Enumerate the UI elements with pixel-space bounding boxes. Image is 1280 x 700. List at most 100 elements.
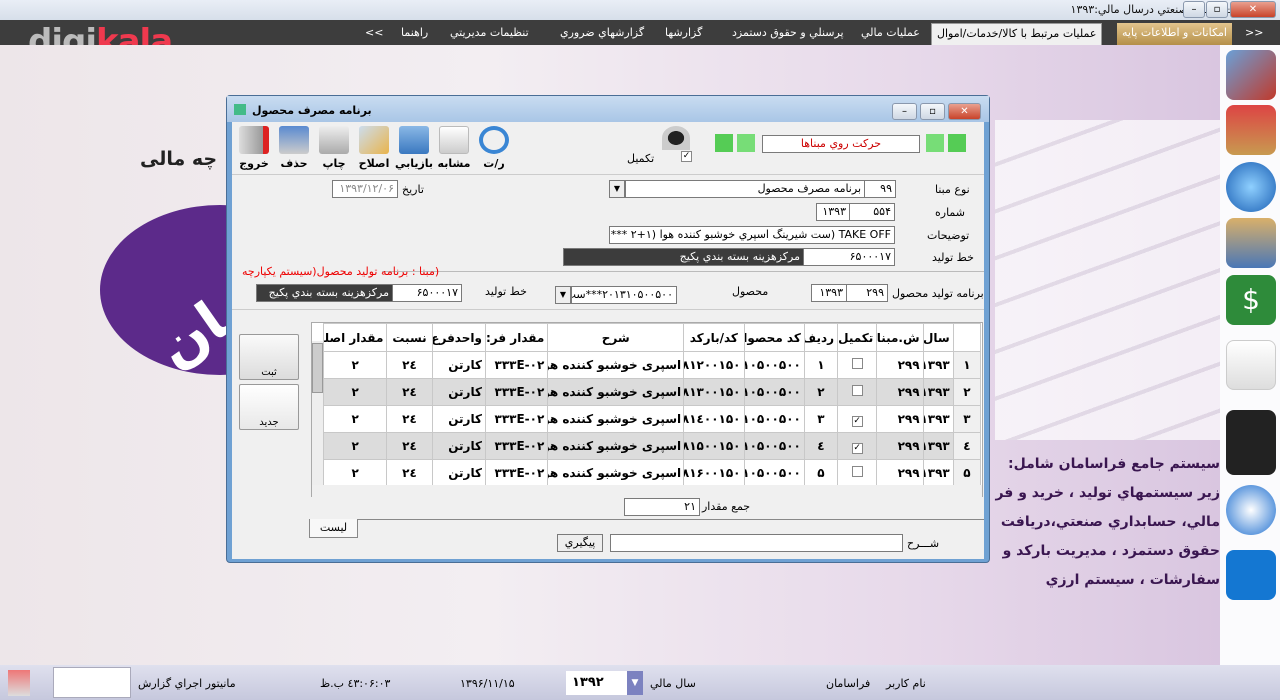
product-field[interactable]: ۲۰۱۳۱۰۵۰۰۵۰۰***ست شيرين: [571, 286, 677, 304]
number-year-field[interactable]: ۱۳۹۳: [816, 203, 850, 221]
cell-code: ۳۱۰۵۰۰۵۰۰: [743, 459, 805, 487]
next-record-icon[interactable]: [926, 134, 944, 152]
complete-checkbox[interactable]: ✓: [681, 151, 692, 162]
dialog-maximize-button[interactable]: ▫: [920, 103, 945, 120]
refresh-button[interactable]: ر/ت: [474, 126, 514, 170]
menu-financial[interactable]: عمليات مالي: [856, 23, 925, 45]
divider: [232, 309, 984, 310]
base-type-code-field[interactable]: ۹۹: [864, 180, 896, 198]
previous-record-icon[interactable]: [737, 134, 755, 152]
column-header[interactable]: سال: [922, 323, 954, 352]
users-icon[interactable]: [1226, 50, 1276, 100]
complete-label: تکميل: [627, 152, 655, 165]
close-button[interactable]: ✕: [1230, 1, 1276, 18]
globe-icon[interactable]: [1226, 162, 1276, 212]
warehouse-icon[interactable]: [1226, 105, 1276, 155]
support-icon[interactable]: [1226, 485, 1276, 535]
column-header[interactable]: کد/بارکد: [683, 323, 745, 352]
column-header[interactable]: رديف: [803, 323, 839, 352]
dollar-icon[interactable]: $: [1226, 275, 1276, 325]
new-button[interactable]: جديد: [239, 384, 299, 430]
column-header[interactable]: ش.مبنا: [876, 323, 924, 352]
search-input[interactable]: [610, 534, 903, 552]
last-record-icon[interactable]: [948, 134, 966, 152]
plan-year-field[interactable]: ۱۳۹۳: [811, 284, 847, 302]
menu-reports[interactable]: گزارشها: [660, 23, 707, 45]
description-field[interactable]: TAKE OFF (ست شيرينگ اسپري خوشبو کننده هو…: [609, 226, 895, 244]
production-line-code-field[interactable]: ۶۵۰۰۰۱۷: [803, 248, 895, 266]
first-record-icon[interactable]: [715, 134, 733, 152]
maximize-button[interactable]: ▫: [1206, 1, 1228, 18]
dialog-close-button[interactable]: ✕: [948, 103, 981, 120]
column-header[interactable]: تکميل: [837, 323, 878, 352]
complete-checkbox-cell[interactable]: ✓: [837, 405, 878, 433]
cell-unit: کارتن: [431, 405, 486, 433]
number-field[interactable]: ۵۵۴: [849, 203, 895, 221]
column-header[interactable]: [952, 323, 982, 352]
base-line-code-field[interactable]: ۶۵۰۰۰۱۷: [392, 284, 462, 302]
checked-checkbox[interactable]: ✓: [851, 415, 863, 427]
teamviewer-icon[interactable]: [1226, 550, 1276, 600]
book-icon[interactable]: [1226, 218, 1276, 268]
follow-up-button[interactable]: پيگيري: [557, 534, 603, 552]
complete-checkbox-cell[interactable]: ✓: [837, 432, 878, 460]
fiscal-year-field[interactable]: ۱۳۹۲: [566, 671, 627, 695]
unchecked-checkbox[interactable]: [851, 385, 863, 396]
scrollbar-thumb[interactable]: [312, 343, 323, 393]
unchecked-checkbox[interactable]: [851, 358, 863, 369]
report-icon[interactable]: [8, 670, 30, 696]
complete-checkbox-cell[interactable]: [837, 378, 878, 406]
menu-base-info[interactable]: امکانات و اطلاعات پايه: [1117, 23, 1232, 45]
unchecked-checkbox[interactable]: [851, 466, 863, 477]
column-header[interactable]: شرح: [547, 323, 685, 352]
app-title-bar: شرکت توليدي صنعتي درسال مالي:۱۳۹۳ – ▫ ✕: [0, 0, 1280, 20]
vertical-scrollbar[interactable]: [312, 341, 323, 491]
cell-sub-qty: ۳۳۳E-۰۲: [484, 378, 549, 406]
table-row[interactable]: ۲۲٤کارتن۳۳۳E-۰۲اسپری خوشبو کننده هوا۱۱۸۱…: [322, 432, 982, 460]
column-header[interactable]: مقدار فر:: [484, 323, 549, 352]
main-menu: << امکانات و اطلاعات پايه عمليات مرتبط ب…: [0, 20, 1280, 45]
table-row[interactable]: ۲۲٤کارتن۳۳۳E-۰۲اسپری خوشبو کننده هوا۱۱۸۱…: [322, 378, 982, 406]
retrieve-button[interactable]: بازيابي: [394, 126, 434, 170]
menu-help[interactable]: راهنما: [396, 23, 433, 45]
base-type-field[interactable]: برنامه مصرف محصول: [625, 180, 865, 198]
date-field[interactable]: ۱۳۹۳/۱۲/۰۶: [332, 180, 398, 198]
product-dropdown[interactable]: ▼: [555, 286, 571, 304]
table-row[interactable]: ۲۲٤کارتن۳۳۳E-۰۲اسپری خوشبو کننده هوا۱۱۸۱…: [322, 459, 982, 487]
minimize-button[interactable]: –: [1183, 1, 1205, 18]
fiscal-year-dropdown[interactable]: ▼: [627, 671, 643, 695]
menu-payroll[interactable]: پرسنلي و حقوق دستمزد: [727, 23, 849, 45]
edit-button[interactable]: اصلاح: [354, 126, 394, 170]
complete-checkbox-cell[interactable]: [837, 459, 878, 487]
column-header[interactable]: مقدار اصلو: [322, 323, 388, 352]
base-type-label: نوع مبنا: [935, 183, 970, 196]
base-type-dropdown[interactable]: ▼: [609, 180, 625, 198]
calculator-icon[interactable]: [1226, 410, 1276, 475]
menu-scroll-right[interactable]: >>: [360, 23, 388, 45]
menu-scroll-left[interactable]: <<: [1240, 23, 1268, 45]
save-label: ثبت: [261, 367, 277, 378]
save-button[interactable]: ثبت: [239, 334, 299, 380]
exit-button[interactable]: خروج: [234, 126, 274, 170]
report-monitor-box[interactable]: [53, 667, 131, 698]
menu-goods-ops[interactable]: عمليات مرتبط با کالا/خدمات/اموال: [931, 23, 1103, 45]
horizontal-scrollbar[interactable]: [312, 485, 982, 497]
table-row[interactable]: ۲۲٤کارتن۳۳۳E-۰۲اسپری خوشبو کننده هوا۱۱۸۱…: [322, 405, 982, 433]
column-header[interactable]: نسبت: [386, 323, 433, 352]
user-name: فراسامان: [826, 677, 871, 690]
column-header[interactable]: کد محصوا: [743, 323, 805, 352]
menu-admin-settings[interactable]: تنظيمات مديريتي: [445, 23, 534, 45]
complete-checkbox-cell[interactable]: [837, 351, 878, 379]
tab-list[interactable]: ليست: [309, 519, 358, 538]
column-header[interactable]: واحدفرع: [431, 323, 486, 352]
print-button[interactable]: چاپ: [314, 126, 354, 170]
filter-icon[interactable]: [662, 126, 690, 150]
document-icon[interactable]: [1226, 340, 1276, 390]
dialog-minimize-button[interactable]: –: [892, 103, 917, 120]
checked-checkbox[interactable]: ✓: [851, 442, 863, 454]
plan-number-field[interactable]: ۲۹۹: [846, 284, 888, 302]
menu-essential-reports[interactable]: گزارشهاي ضروري: [555, 23, 649, 45]
table-row[interactable]: ۲۲٤کارتن۳۳۳E-۰۲اسپری خوشبو کننده هوا۱۱۸۱…: [322, 351, 982, 379]
delete-button[interactable]: حذف: [274, 126, 314, 170]
similar-button[interactable]: مشابه: [434, 126, 474, 170]
